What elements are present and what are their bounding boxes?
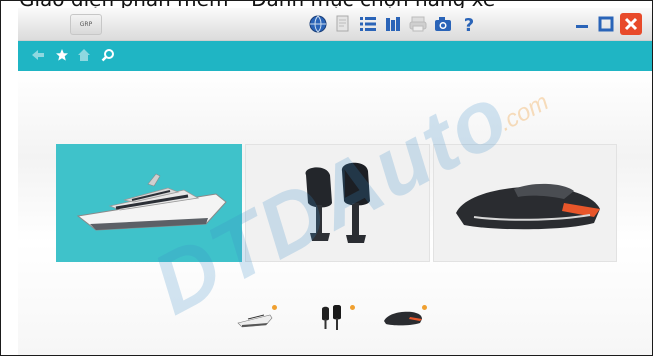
thumb-yacht-dot — [272, 305, 277, 310]
navigation-bar — [18, 41, 652, 71]
category-area: DTDAuto .com — [18, 67, 652, 355]
close-icon — [624, 17, 638, 31]
outboard-motor-thumb-icon — [322, 304, 341, 330]
thumb-jet-ski[interactable] — [382, 305, 427, 335]
help-button[interactable]: ? — [458, 13, 480, 35]
library-button[interactable] — [382, 13, 404, 35]
document-icon — [336, 15, 349, 32]
logo-text: GRP — [79, 21, 93, 28]
thumb-yacht[interactable] — [236, 305, 277, 337]
svg-text:?: ? — [464, 15, 474, 34]
globe-button[interactable] — [307, 13, 329, 35]
category-thumbnails — [18, 304, 652, 345]
print-icon — [409, 16, 427, 32]
list-button[interactable] — [357, 13, 379, 35]
globe-icon — [309, 15, 327, 33]
yacht-thumb-icon — [237, 314, 273, 328]
list-icon — [360, 17, 376, 31]
search-button[interactable] — [100, 47, 116, 63]
app-window: Giao diện phần mềm – Danh mục chọn hãng … — [0, 0, 653, 356]
maximize-icon — [598, 16, 614, 32]
back-button[interactable] — [30, 47, 46, 63]
home-icon — [78, 49, 90, 61]
thumb-jet-ski-dot — [422, 305, 427, 310]
home-button[interactable] — [76, 47, 92, 63]
library-icon — [386, 17, 400, 31]
back-arrow-icon — [32, 50, 44, 60]
camera-button[interactable] — [432, 13, 454, 35]
favorites-button[interactable] — [54, 47, 70, 63]
star-icon — [56, 49, 68, 61]
title-bar: GRP ? — [18, 8, 652, 41]
help-icon: ? — [464, 15, 474, 34]
document-button[interactable] — [332, 13, 354, 35]
maximize-button[interactable] — [595, 13, 617, 35]
watermark-domain: .com — [494, 88, 554, 137]
print-button[interactable] — [407, 13, 429, 35]
thumb-outboard-dot — [350, 305, 355, 310]
minimize-icon — [576, 25, 588, 28]
camera-icon — [435, 17, 451, 31]
thumb-outboard-motor[interactable] — [319, 304, 355, 339]
app-logo: GRP — [70, 14, 102, 35]
minimize-button[interactable] — [571, 13, 593, 35]
jet-ski-thumb-icon — [384, 311, 422, 326]
search-icon — [101, 49, 114, 62]
close-button[interactable] — [620, 13, 642, 35]
